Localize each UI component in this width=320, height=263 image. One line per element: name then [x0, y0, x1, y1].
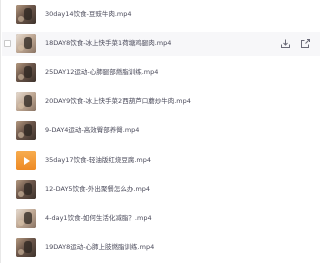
file-name: 18DAY8饮食-冰上快手菜1荷塘鸡腿肉.mp4 [45, 39, 172, 47]
download-icon[interactable] [280, 38, 291, 49]
file-checkbox[interactable] [4, 40, 11, 47]
file-name: 20DAY9饮食-冰上快手菜2西葫芦口蘑炒牛肉.mp4 [45, 97, 191, 105]
video-thumbnail [16, 63, 36, 82]
video-thumbnail [16, 209, 36, 228]
file-row[interactable]: 19DAY8运动-心肺上肢燃脂训练.mp4 [2, 236, 320, 260]
video-thumbnail [16, 238, 36, 257]
video-file-icon [16, 151, 36, 170]
file-name: 4-day1饮食-如何生活化减脂？.mp4 [45, 214, 152, 222]
video-thumbnail [16, 34, 36, 53]
file-row[interactable]: 35day17饮食-轻油版红烧豆腐.mp4 [2, 149, 320, 173]
file-name: 35day17饮食-轻油版红烧豆腐.mp4 [45, 156, 152, 164]
file-name: 30day14饮食-豆豉牛肉.mp4 [45, 10, 132, 18]
file-row[interactable]: 4-day1饮食-如何生活化减脂？.mp4 [2, 207, 320, 231]
video-thumbnail [16, 121, 36, 140]
file-row[interactable]: 25DAY12运动-心肺腿部燃脂训练.mp4 [2, 61, 320, 85]
file-row[interactable]: 20DAY9饮食-冰上快手菜2西葫芦口蘑炒牛肉.mp4 [2, 90, 320, 114]
file-list: 30day14饮食-豆豉牛肉.mp4 18DAY8饮食-冰上快手菜1荷塘鸡腿肉.… [0, 0, 320, 263]
file-row-hovered[interactable]: 18DAY8饮食-冰上快手菜1荷塘鸡腿肉.mp4 [2, 32, 320, 56]
file-row[interactable]: 12-DAY5饮食-外出聚餐怎么办.mp4 [2, 178, 320, 202]
file-row[interactable]: 9-DAY4运动-高效臀部养臀.mp4 [2, 119, 320, 143]
share-icon[interactable] [300, 38, 311, 49]
video-thumbnail [16, 180, 36, 199]
file-name: 9-DAY4运动-高效臀部养臀.mp4 [45, 126, 140, 134]
file-name: 19DAY8运动-心肺上肢燃脂训练.mp4 [45, 243, 155, 251]
file-name: 25DAY12运动-心肺腿部燃脂训练.mp4 [45, 68, 159, 76]
video-thumbnail [16, 92, 36, 111]
file-name: 12-DAY5饮食-外出聚餐怎么办.mp4 [45, 185, 151, 193]
video-thumbnail [16, 5, 36, 24]
file-row[interactable]: 30day14饮食-豆豉牛肉.mp4 [2, 3, 320, 27]
